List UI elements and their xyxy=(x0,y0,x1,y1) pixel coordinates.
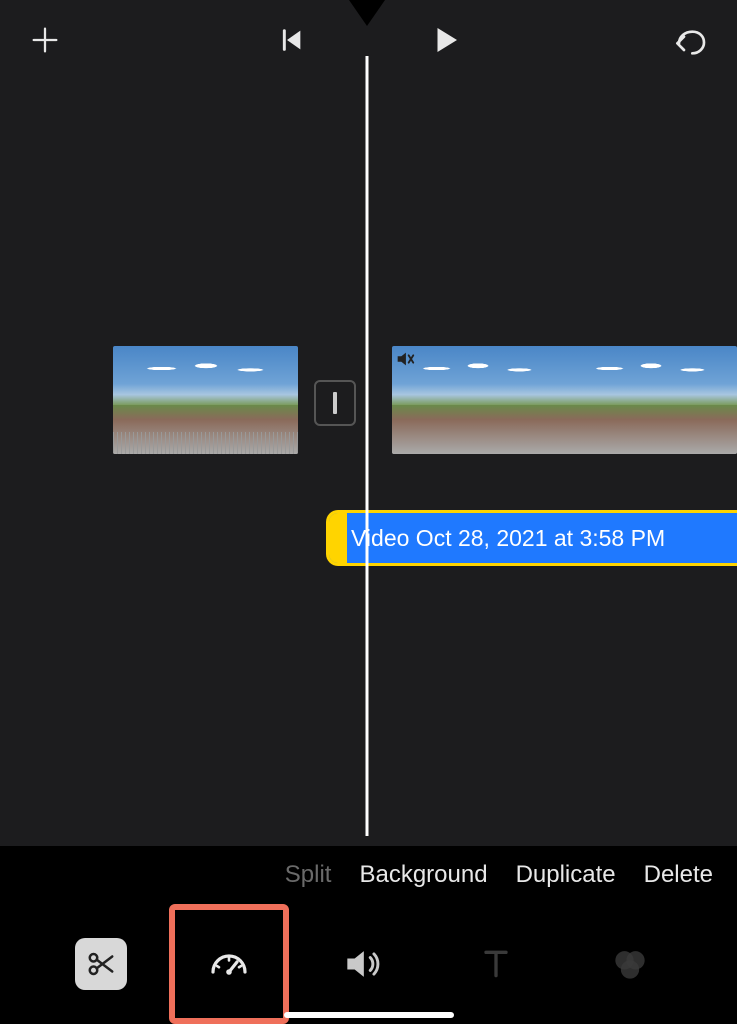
playhead-line[interactable] xyxy=(366,56,369,836)
split-action: Split xyxy=(285,861,332,889)
volume-tool[interactable] xyxy=(330,932,394,996)
transition-block[interactable] xyxy=(314,380,356,426)
selected-clip-label[interactable]: Video Oct 28, 2021 at 3:58 PM xyxy=(326,510,737,566)
speed-tool-wrap xyxy=(197,932,261,996)
playhead-marker[interactable] xyxy=(349,0,385,26)
filters-icon xyxy=(608,942,652,986)
mute-icon xyxy=(394,348,416,375)
scissors-icon xyxy=(86,949,116,979)
undo-icon xyxy=(669,20,709,60)
play-icon xyxy=(427,22,463,58)
clip-label-text: Video Oct 28, 2021 at 3:58 PM xyxy=(351,525,665,552)
home-indicator[interactable] xyxy=(284,1012,454,1018)
timeline[interactable]: Video Oct 28, 2021 at 3:58 PM xyxy=(0,80,737,834)
volume-icon xyxy=(340,942,384,986)
background-action[interactable]: Background xyxy=(359,861,487,889)
playback-controls xyxy=(275,22,463,58)
previous-icon xyxy=(275,24,307,56)
annotation-highlight xyxy=(169,904,289,1024)
video-editor: Video Oct 28, 2021 at 3:58 PM Split Back… xyxy=(0,0,737,1024)
add-media-button[interactable] xyxy=(28,23,62,57)
undo-button[interactable] xyxy=(669,20,709,60)
go-to-start-button[interactable] xyxy=(275,24,307,56)
play-button[interactable] xyxy=(427,22,463,58)
titles-tool[interactable] xyxy=(464,932,528,996)
clip-handle-left[interactable] xyxy=(329,513,347,563)
transition-icon xyxy=(333,392,337,414)
clip-thumbnail-2[interactable] xyxy=(392,346,737,454)
clip-thumbnail-1[interactable] xyxy=(113,346,298,454)
actions-tool[interactable] xyxy=(75,938,127,990)
clip-context-menu: Split Background Duplicate Delete xyxy=(0,846,737,904)
add-icon xyxy=(28,23,62,57)
filters-tool[interactable] xyxy=(598,932,662,996)
delete-action[interactable]: Delete xyxy=(644,861,713,889)
text-icon xyxy=(476,944,516,984)
edit-tools-row xyxy=(0,904,737,1024)
duplicate-action[interactable]: Duplicate xyxy=(516,861,616,889)
